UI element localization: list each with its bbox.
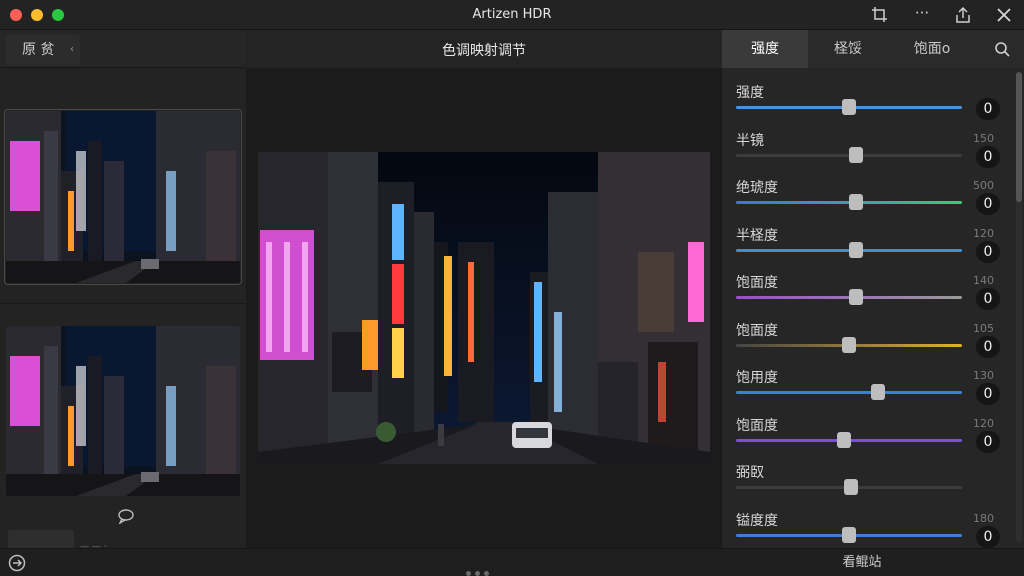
adjustment-value[interactable]: 0 (976, 145, 1000, 168)
adjustment-label: 饱用度 (736, 370, 778, 386)
more-icon[interactable]: ··· (912, 3, 932, 23)
filmstrip-header: 原 贫 ‹ (0, 30, 246, 68)
collapse-chevron-icon[interactable]: ‹ (70, 35, 74, 65)
adjustment-slider[interactable] (736, 479, 962, 495)
filmstrip: — — · (0, 68, 246, 552)
adjustment-slider[interactable] (736, 194, 962, 210)
tab-strength[interactable]: 强度 (722, 30, 808, 68)
thumbnail-1[interactable] (4, 109, 242, 285)
adjustment-row: 半柽度 120 0 (722, 225, 1012, 271)
adjustment-row: 饱面度 105 0 (722, 320, 1012, 366)
adjustment-row: 绝琥度 500 0 (722, 177, 1012, 223)
adjustment-max: 500 (973, 179, 994, 192)
adjustment-label: 半镜 (736, 132, 764, 149)
adjustment-slider[interactable] (736, 526, 962, 543)
preview-header: 色调映射调节 (246, 30, 722, 68)
adjustment-value[interactable]: 0 (976, 335, 1000, 358)
comment-icon[interactable] (116, 508, 136, 524)
adjustment-label: 饱面度 (736, 322, 778, 339)
slider-knob[interactable] (848, 194, 863, 210)
adjustment-max: 120 (973, 416, 994, 430)
adjustment-panel: 强度 0 半镜 150 0 绝琥度 500 0 半柽度 120 0 饱面度 140 0 饱面度 105 0 饱用度… (722, 68, 1024, 548)
adjustment-label: 饱面度 (736, 275, 778, 291)
adjustment-label: 绝琥度 (736, 180, 778, 196)
tab-original-label: 原 贫 (22, 42, 55, 58)
share-icon[interactable] (953, 5, 973, 25)
adjustment-max: 150 (973, 131, 994, 145)
page-dots[interactable] (466, 561, 493, 576)
arrow-right-icon[interactable] (8, 554, 26, 572)
adjustment-row: 镒度度 180 0 (722, 510, 1012, 549)
filmstrip-footer-bar (8, 530, 74, 548)
city-street-photo (258, 152, 710, 464)
scrollbar-thumb[interactable] (1016, 72, 1022, 202)
preview-area (246, 68, 722, 548)
page-title: 色调映射调节 (442, 43, 526, 59)
search-icon[interactable] (994, 41, 1010, 57)
adjustment-value[interactable]: 0 (976, 383, 1000, 405)
adjustment-label: 镒度度 (736, 512, 778, 529)
adjustment-slider[interactable] (736, 99, 962, 115)
adjustment-max: 140 (973, 274, 994, 287)
tab-second[interactable]: 柽馁 (808, 30, 888, 68)
slider-knob[interactable] (844, 479, 859, 495)
adjust-tabs: 强度 柽馁 饱面o (722, 30, 1024, 68)
adjustment-value[interactable]: 0 (976, 98, 1000, 120)
scrollbar[interactable] (1016, 72, 1022, 542)
main-image[interactable] (258, 152, 710, 464)
adjustment-value[interactable]: 0 (976, 193, 1000, 215)
title-bar: Artizen HDR ··· (0, 0, 1024, 30)
slider-knob[interactable] (848, 241, 863, 258)
slider-knob[interactable] (848, 146, 863, 163)
slider-knob[interactable] (842, 336, 856, 353)
adjustment-value[interactable]: 0 (976, 288, 1000, 310)
adjustment-slider[interactable] (736, 146, 962, 163)
adjustment-slider[interactable] (736, 289, 962, 305)
adjustment-max: 130 (973, 369, 994, 382)
slider-fill (736, 391, 962, 394)
adjustment-label: 弼臤 (736, 465, 764, 481)
adjustment-row: 弼臤 (722, 462, 1012, 508)
adjustment-row: 半镜 150 0 (722, 130, 1012, 176)
adjustment-slider[interactable] (736, 384, 962, 400)
tab-third[interactable]: 饱面o (892, 30, 972, 68)
adjustment-row: 饱用度 130 0 (722, 367, 1012, 413)
slider-knob[interactable] (842, 99, 856, 115)
adjustment-value[interactable]: 0 (976, 430, 1000, 453)
adjustment-max: 105 (973, 321, 994, 335)
bottom-bar: 看鲲站 (0, 548, 1024, 576)
thumbnail-2[interactable] (6, 326, 240, 496)
city-street-thumbnail-image (6, 111, 240, 283)
tab-original[interactable]: 原 贫 ‹ (6, 35, 80, 65)
adjustment-slider[interactable] (736, 241, 962, 258)
slider-knob[interactable] (871, 384, 886, 400)
adjustment-label: 强度 (736, 85, 764, 101)
adjustment-label: 饱面度 (736, 417, 778, 434)
bottom-action-button[interactable]: 看鲲站 (722, 549, 1002, 576)
adjustment-row: 饱面度 120 0 (722, 415, 1012, 461)
adjustment-max: 180 (973, 511, 994, 525)
slider-knob[interactable] (837, 431, 852, 448)
crop-icon[interactable] (870, 5, 890, 25)
adjustment-row: 强度 0 (722, 82, 1012, 128)
close-icon[interactable] (994, 5, 1014, 25)
slider-knob[interactable] (848, 289, 863, 305)
adjustment-value[interactable]: 0 (976, 240, 1000, 263)
adjustment-max: 120 (973, 226, 994, 240)
adjustment-slider[interactable] (736, 336, 962, 353)
divider (0, 303, 246, 304)
adjustment-row: 饱面度 140 0 (722, 272, 1012, 318)
slider-knob[interactable] (842, 526, 856, 543)
adjustment-value[interactable]: 0 (976, 525, 1000, 548)
adjustment-label: 半柽度 (736, 227, 778, 244)
adjustment-slider[interactable] (736, 431, 962, 448)
city-street-thumbnail-image (6, 326, 240, 496)
